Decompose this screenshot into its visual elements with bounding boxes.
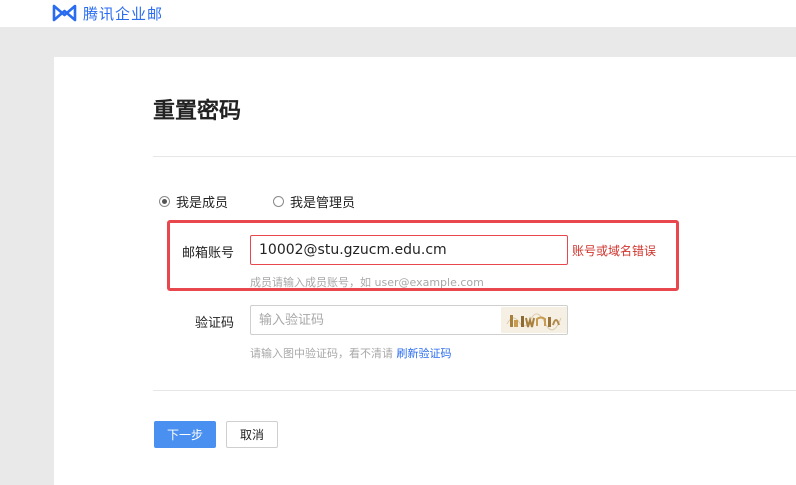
role-radio-group: 我是成员 我是管理员 <box>159 192 355 211</box>
captcha-hint-text: 请输入图中验证码，看不清请 <box>250 347 393 360</box>
title-divider <box>153 156 796 157</box>
radio-admin[interactable]: 我是管理员 <box>273 192 355 211</box>
radio-member[interactable]: 我是成员 <box>159 192 228 211</box>
refresh-captcha-link[interactable]: 刷新验证码 <box>397 347 452 360</box>
form-divider <box>153 390 796 391</box>
tencent-exmail-logo-icon <box>52 4 77 22</box>
captcha-image-icon <box>506 313 562 331</box>
captcha-image[interactable] <box>501 307 567 333</box>
next-step-button[interactable]: 下一步 <box>154 421 216 448</box>
email-hint: 成员请输入成员账号，如 user@example.com <box>250 276 484 289</box>
captcha-hint: 请输入图中验证码，看不清请 刷新验证码 <box>250 345 452 361</box>
email-field-label: 邮箱账号 <box>181 246 234 261</box>
captcha-field-label: 验证码 <box>194 316 234 331</box>
radio-member-label: 我是成员 <box>176 196 229 211</box>
cancel-button[interactable]: 取消 <box>226 421 278 448</box>
app-logo[interactable]: 腾讯企业邮 <box>52 2 163 24</box>
app-logo-text: 腾讯企业邮 <box>83 4 164 23</box>
radio-admin-circle[interactable] <box>273 196 285 207</box>
radio-member-circle[interactable] <box>159 196 170 207</box>
email-error-message: 账号或域名错误 <box>572 244 657 258</box>
email-field[interactable] <box>250 235 568 265</box>
radio-admin-label: 我是管理员 <box>290 196 356 211</box>
reset-password-card: 重置密码 我是成员 我是管理员 邮箱账号 账号或域名错误 成员请输入成员账号，如… <box>54 57 796 485</box>
top-bar: 腾讯企业邮 <box>0 0 796 27</box>
page-title: 重置密码 <box>153 99 242 124</box>
